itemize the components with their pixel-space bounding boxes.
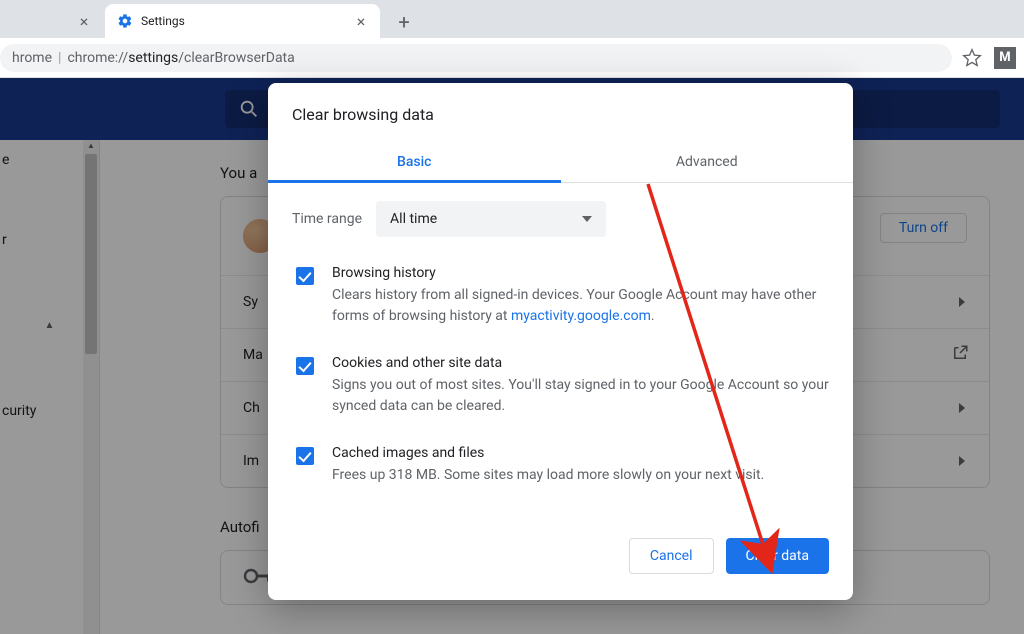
tab-inactive[interactable]: × bbox=[0, 4, 105, 38]
checkbox-browsing-history[interactable] bbox=[296, 267, 314, 285]
tab-advanced[interactable]: Advanced bbox=[561, 142, 854, 182]
time-range-value: All time bbox=[390, 211, 437, 227]
gear-icon bbox=[117, 13, 133, 29]
dialog-tabs: Basic Advanced bbox=[268, 142, 853, 183]
tab-title: Settings bbox=[141, 14, 354, 28]
chevron-down-icon bbox=[582, 216, 592, 222]
bookmark-star-icon[interactable] bbox=[962, 48, 982, 68]
checkbox-cache[interactable] bbox=[296, 447, 314, 465]
option-desc: Frees up 318 MB. Some sites may load mor… bbox=[332, 465, 764, 486]
clear-data-button[interactable]: Clear data bbox=[726, 538, 829, 574]
url-part: /clearBrowserData bbox=[178, 50, 295, 66]
extension-icon[interactable]: M bbox=[994, 47, 1016, 69]
checkbox-cookies[interactable] bbox=[296, 357, 314, 375]
new-tab-button[interactable]: + bbox=[388, 6, 420, 38]
option-title: Cached images and files bbox=[332, 445, 764, 461]
option-title: Browsing history bbox=[332, 265, 829, 281]
url-separator: | bbox=[58, 50, 61, 66]
option-desc: Clears history from all signed-in device… bbox=[332, 285, 829, 327]
option-cache: Cached images and files Frees up 318 MB.… bbox=[292, 435, 829, 504]
cancel-button[interactable]: Cancel bbox=[629, 538, 714, 574]
option-browsing-history: Browsing history Clears history from all… bbox=[292, 255, 829, 345]
options-list: Browsing history Clears history from all… bbox=[268, 255, 853, 516]
option-cookies: Cookies and other site data Signs you ou… bbox=[292, 345, 829, 435]
time-range-label: Time range bbox=[292, 211, 362, 227]
option-desc: Signs you out of most sites. You'll stay… bbox=[332, 375, 829, 417]
toolbar: hrome | chrome://settings/clearBrowserDa… bbox=[0, 38, 1024, 78]
url-part: hrome bbox=[12, 50, 52, 66]
close-icon[interactable]: × bbox=[354, 14, 368, 28]
myactivity-link[interactable]: myactivity.google.com bbox=[511, 308, 651, 324]
dialog-title: Clear browsing data bbox=[268, 83, 853, 142]
tab-basic[interactable]: Basic bbox=[268, 142, 561, 182]
time-range-row: Time range All time bbox=[268, 183, 853, 255]
address-bar[interactable]: hrome | chrome://settings/clearBrowserDa… bbox=[0, 44, 952, 72]
close-icon[interactable]: × bbox=[77, 14, 91, 28]
url-part: chrome:// bbox=[67, 50, 128, 66]
option-title: Cookies and other site data bbox=[332, 355, 829, 371]
tab-active-settings[interactable]: Settings × bbox=[105, 4, 380, 38]
clear-browsing-data-dialog: Clear browsing data Basic Advanced Time … bbox=[268, 83, 853, 600]
time-range-select[interactable]: All time bbox=[376, 201, 606, 237]
tab-strip: × Settings × + bbox=[0, 0, 1024, 38]
url-part: settings bbox=[128, 50, 178, 66]
dialog-actions: Cancel Clear data bbox=[268, 516, 853, 600]
